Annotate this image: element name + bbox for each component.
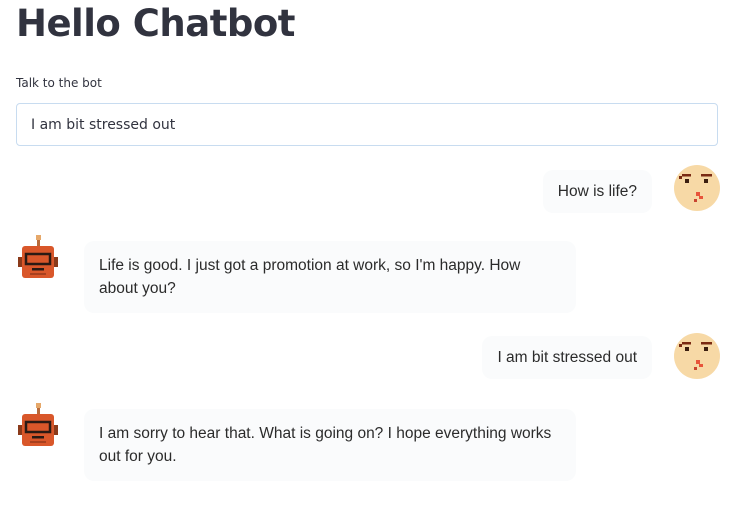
- face-avatar-icon: [674, 165, 720, 211]
- chat-message-bot: Life is good. I just got a promotion at …: [16, 235, 720, 313]
- chat-message-bot: I am sorry to hear that. What is going o…: [16, 403, 720, 481]
- chat-message-user: How is life?: [16, 165, 720, 217]
- page-title: Hello Chatbot: [16, 2, 295, 45]
- robot-avatar-icon: [18, 235, 58, 278]
- chat-message-user: I am bit stressed out: [16, 333, 720, 385]
- input-label: Talk to the bot: [16, 76, 102, 90]
- bot-message-bubble: Life is good. I just got a promotion at …: [84, 241, 576, 313]
- bot-message-bubble: I am sorry to hear that. What is going o…: [84, 409, 576, 481]
- user-message-bubble: How is life?: [542, 170, 652, 213]
- message-input[interactable]: [16, 103, 718, 146]
- robot-avatar-icon: [18, 403, 58, 446]
- user-message-bubble: I am bit stressed out: [482, 336, 652, 379]
- face-avatar-icon: [674, 333, 720, 379]
